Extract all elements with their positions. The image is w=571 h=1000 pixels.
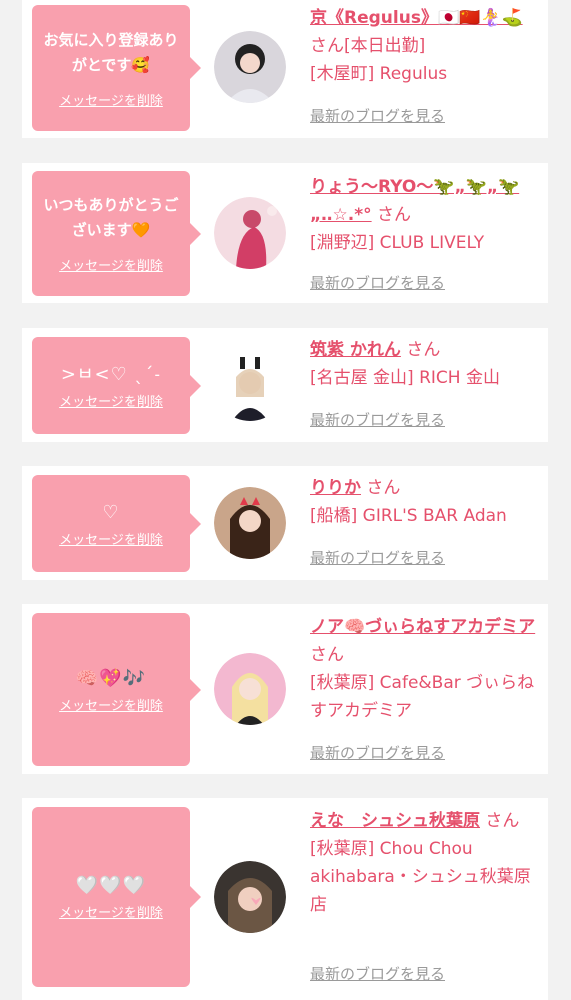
- favorite-card: いつもありがとうございます🧡 メッセージを削除 りょう〜RYO〜🦖„🦖„🦖„‥☆…: [22, 163, 548, 303]
- latest-blog-link[interactable]: 最新のブログを見る: [310, 105, 445, 126]
- latest-blog-link[interactable]: 最新のブログを見る: [310, 409, 445, 430]
- girl-info: ノア🧠づぃらねすアカデミア さん [秋葉原] Cafe&Bar づぃらねすアカデ…: [310, 613, 540, 725]
- message-text: 🤍🤍🤍: [75, 875, 147, 896]
- girl-name-link[interactable]: りょう〜RYO〜🦖„🦖„🦖„‥☆.*°: [310, 177, 519, 225]
- honorific: さん: [485, 811, 520, 831]
- message-bubble: 🤍🤍🤍 メッセージを削除: [32, 807, 201, 987]
- avatar[interactable]: [214, 349, 286, 421]
- favorite-card: 🤍🤍🤍 メッセージを削除 えな シュシュ秋葉原 さん [秋葉原] Chou Ch…: [22, 798, 548, 1000]
- shop-name: [秋葉原] Chou Chou akihabara・シュシュ秋葉原店: [310, 839, 531, 915]
- latest-blog-link[interactable]: 最新のブログを見る: [310, 272, 445, 293]
- shop-name: [秋葉原] Cafe&Bar づぃらねすアカデミア: [310, 673, 535, 721]
- girl-name-link[interactable]: りりか: [310, 478, 361, 498]
- latest-blog-link[interactable]: 最新のブログを見る: [310, 963, 445, 984]
- honorific: さん: [406, 340, 441, 360]
- message-bubble: ♡ メッセージを削除: [32, 475, 201, 572]
- delete-message-link[interactable]: メッセージを削除: [59, 902, 163, 921]
- delete-message-link[interactable]: メッセージを削除: [59, 391, 163, 410]
- latest-blog-link[interactable]: 最新のブログを見る: [310, 742, 445, 763]
- message-text: いつもありがとうございます🧡: [43, 196, 179, 239]
- girl-info: りりか さん [船橋] GIRL'S BAR Adan: [310, 474, 540, 530]
- status-text: [本日出勤]: [344, 36, 426, 56]
- honorific: さん: [310, 36, 344, 56]
- message-text: お気に入り登録ありがとです🥰: [43, 30, 179, 74]
- shop-name: [船橋] GIRL'S BAR Adan: [310, 506, 507, 526]
- shop-name: [淵野辺] CLUB LIVELY: [310, 233, 485, 253]
- message-bubble: >ㅂ<♡ ˎˊ˗ メッセージを削除: [32, 337, 201, 434]
- message-text: >ㅂ<♡ ˎˊ˗: [60, 363, 162, 385]
- message-text: 🧠💖🎶: [75, 667, 147, 689]
- message-bubble: お気に入り登録ありがとです🥰 メッセージを削除: [32, 5, 201, 131]
- delete-message-link[interactable]: メッセージを削除: [59, 529, 163, 548]
- delete-message-link[interactable]: メッセージを削除: [59, 255, 163, 274]
- avatar[interactable]: [214, 197, 286, 269]
- delete-message-link[interactable]: メッセージを削除: [59, 90, 163, 109]
- avatar[interactable]: [214, 487, 286, 559]
- message-bubble: 🧠💖🎶 メッセージを削除: [32, 613, 201, 766]
- honorific: さん: [366, 478, 401, 498]
- avatar[interactable]: [214, 861, 286, 933]
- girl-info: えな シュシュ秋葉原 さん [秋葉原] Chou Chou akihabara・…: [310, 807, 540, 919]
- favorite-card: >ㅂ<♡ ˎˊ˗ メッセージを削除 筑紫 かれん さん [名古屋 金山] RIC…: [22, 328, 548, 442]
- message-text: ♡: [102, 501, 120, 523]
- avatar[interactable]: [214, 653, 286, 725]
- honorific: さん: [310, 645, 344, 665]
- favorite-card: 🧠💖🎶 メッセージを削除 ノア🧠づぃらねすアカデミア さん [秋葉原] Cafe…: [22, 604, 548, 774]
- girl-name-link[interactable]: 京《Regulus》🇯🇵🇨🇳🧜‍♀️⛳: [310, 8, 523, 28]
- girl-info: 京《Regulus》🇯🇵🇨🇳🧜‍♀️⛳ さん[本日出勤] [木屋町] Regul…: [310, 4, 540, 88]
- favorite-card: お気に入り登録ありがとです🥰 メッセージを削除 京《Regulus》🇯🇵🇨🇳🧜‍…: [22, 0, 548, 138]
- shop-name: [名古屋 金山] RICH 金山: [310, 368, 500, 388]
- favorite-card: ♡ メッセージを削除 りりか さん [船橋] GIRL'S BAR Adan 最…: [22, 466, 548, 580]
- honorific: さん: [377, 205, 412, 225]
- girl-info: 筑紫 かれん さん [名古屋 金山] RICH 金山: [310, 336, 540, 392]
- delete-message-link[interactable]: メッセージを削除: [59, 695, 163, 714]
- latest-blog-link[interactable]: 最新のブログを見る: [310, 547, 445, 568]
- shop-name: [木屋町] Regulus: [310, 64, 448, 84]
- avatar[interactable]: [214, 31, 286, 103]
- girl-name-link[interactable]: えな シュシュ秋葉原: [310, 811, 480, 831]
- girl-name-link[interactable]: ノア🧠づぃらねすアカデミア: [310, 617, 535, 637]
- message-bubble: いつもありがとうございます🧡 メッセージを削除: [32, 171, 201, 296]
- girl-info: りょう〜RYO〜🦖„🦖„🦖„‥☆.*° さん [淵野辺] CLUB LIVELY: [310, 173, 540, 257]
- girl-name-link[interactable]: 筑紫 かれん: [310, 340, 401, 360]
